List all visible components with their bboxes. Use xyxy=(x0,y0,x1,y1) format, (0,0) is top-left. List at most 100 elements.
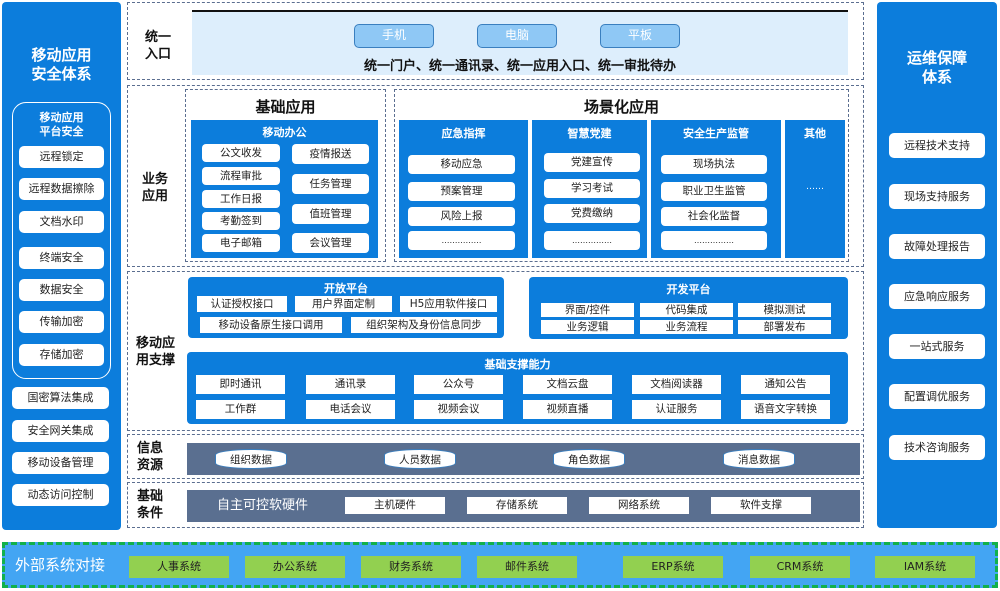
scenario-item[interactable]: 移动应急 xyxy=(408,155,515,174)
scenario-safety-box: 安全生产监管 现场执法 职业卫生监管 社会化监督 …………… xyxy=(651,120,781,258)
ops-item-consulting[interactable]: 技术咨询服务 xyxy=(889,435,985,460)
app-task[interactable]: 任务管理 xyxy=(292,174,369,194)
capability-item[interactable]: 视频会议 xyxy=(414,400,503,419)
business-apps-row: 业务 应用 基础应用 移动办公 公文收发 流程审批 工作日报 考勤签到 电子邮箱… xyxy=(127,85,864,267)
dev-item-ui[interactable]: 界面/控件 xyxy=(541,303,634,317)
external-item-finance[interactable]: 财务系统 xyxy=(361,556,461,578)
mobile-security-system-panel: 移动应用 安全体系 移动应用 平台安全 远程锁定 远程数据擦除 文档水印 终端安… xyxy=(2,2,121,530)
security-item-data[interactable]: 数据安全 xyxy=(19,279,104,301)
app-daily-report[interactable]: 工作日报 xyxy=(202,190,280,208)
security-item-mdm[interactable]: 移动设备管理 xyxy=(12,452,109,474)
security-item-gateway[interactable]: 安全网关集成 xyxy=(12,420,109,442)
mobile-security-title: 移动应用 安全体系 xyxy=(2,46,121,84)
dev-item-test[interactable]: 模拟测试 xyxy=(738,303,831,317)
basic-capabilities-title: 基础支撑能力 xyxy=(484,358,551,371)
unified-entry-row: 统一 入口 手机 电脑 平板 统一门户、统一通讯录、统一应用入口、统一审批待办 xyxy=(127,2,864,80)
capability-item[interactable]: 视频直播 xyxy=(523,400,612,419)
app-meeting[interactable]: 会议管理 xyxy=(292,233,369,253)
security-item-storage-encryption[interactable]: 存储加密 xyxy=(19,344,104,366)
data-store-message[interactable]: 消息数据 xyxy=(723,449,795,469)
app-epidemic-report[interactable]: 疫情报送 xyxy=(292,144,369,164)
device-tablet-button[interactable]: 平板 xyxy=(600,24,680,48)
capability-item[interactable]: 认证服务 xyxy=(632,400,721,419)
data-store-org[interactable]: 组织数据 xyxy=(215,449,287,469)
app-duty[interactable]: 值班管理 xyxy=(292,204,369,224)
ops-item-onsite-support[interactable]: 现场支持服务 xyxy=(889,184,985,209)
device-pc-button[interactable]: 电脑 xyxy=(477,24,557,48)
data-store-role[interactable]: 角色数据 xyxy=(553,449,625,469)
scenario-item[interactable]: 预案管理 xyxy=(408,182,515,201)
external-item-erp[interactable]: ERP系统 xyxy=(623,556,723,578)
scenario-item[interactable]: 风险上报 xyxy=(408,207,515,226)
ops-item-remote-support[interactable]: 远程技术支持 xyxy=(889,133,985,158)
security-item-remote-wipe[interactable]: 远程数据擦除 xyxy=(19,178,104,200)
scenario-item-more[interactable]: …………… xyxy=(544,231,640,250)
open-item-h5-api[interactable]: H5应用软件接口 xyxy=(400,296,497,312)
title-line-2: 安全体系 xyxy=(31,65,92,83)
device-phone-button[interactable]: 手机 xyxy=(354,24,434,48)
label-line-1: 基础 xyxy=(137,489,164,504)
scenario-emergency-box: 应急指挥 移动应急 预案管理 风险上报 …………… xyxy=(399,120,528,258)
infra-item-software[interactable]: 软件支撑 xyxy=(711,497,811,514)
scenario-item-more[interactable]: …………… xyxy=(408,231,515,250)
capability-item[interactable]: 文档阅读器 xyxy=(632,375,721,394)
external-item-office[interactable]: 办公系统 xyxy=(245,556,345,578)
info-resources-bar: 组织数据 人员数据 角色数据 消息数据 xyxy=(187,443,860,475)
ops-item-tuning[interactable]: 配置调优服务 xyxy=(889,384,985,409)
ops-support-title: 运维保障 体系 xyxy=(877,49,997,87)
scenario-safety-title: 安全生产监管 xyxy=(683,127,749,140)
open-item-native-api[interactable]: 移动设备原生接口调用 xyxy=(200,317,342,333)
dev-item-deploy[interactable]: 部署发布 xyxy=(738,320,831,334)
open-item-auth-api[interactable]: 认证授权接口 xyxy=(197,296,287,312)
scenario-item[interactable]: 学习考试 xyxy=(544,179,640,198)
app-attendance[interactable]: 考勤签到 xyxy=(202,212,280,230)
data-store-personnel[interactable]: 人员数据 xyxy=(384,449,456,469)
capability-item[interactable]: 文档云盘 xyxy=(523,375,612,394)
capability-item[interactable]: 工作群 xyxy=(196,400,285,419)
infra-item-network[interactable]: 网络系统 xyxy=(589,497,689,514)
capability-item[interactable]: 即时通讯 xyxy=(196,375,285,394)
capability-item[interactable]: 公众号 xyxy=(414,375,503,394)
infra-item-host[interactable]: 主机硬件 xyxy=(345,497,445,514)
label-line-2: 应用 xyxy=(142,189,169,204)
ops-item-emergency-response[interactable]: 应急响应服务 xyxy=(889,284,985,309)
scenario-item-more[interactable]: …………… xyxy=(661,231,767,250)
dev-item-code[interactable]: 代码集成 xyxy=(640,303,733,317)
capability-item[interactable]: 通知公告 xyxy=(741,375,830,394)
scenario-item[interactable]: 职业卫生监管 xyxy=(661,182,767,201)
label-line-1: 移动应 xyxy=(136,336,176,351)
external-item-mail[interactable]: 邮件系统 xyxy=(477,556,577,578)
external-item-crm[interactable]: CRM系统 xyxy=(750,556,850,578)
scenario-item[interactable]: 党费缴纳 xyxy=(544,204,640,223)
ops-item-one-stop[interactable]: 一站式服务 xyxy=(889,334,985,359)
unified-entry-description: 统一门户、统一通讯录、统一应用入口、统一审批待办 xyxy=(363,59,676,74)
external-item-iam[interactable]: IAM系统 xyxy=(875,556,975,578)
capability-item[interactable]: 语音文字转换 xyxy=(741,400,830,419)
capability-item[interactable]: 电话会议 xyxy=(306,400,395,419)
security-item-watermark[interactable]: 文档水印 xyxy=(19,211,104,233)
security-item-transport-encryption[interactable]: 传输加密 xyxy=(19,311,104,333)
app-approval[interactable]: 流程审批 xyxy=(202,167,280,185)
dev-item-flow[interactable]: 业务流程 xyxy=(640,320,733,334)
scenario-item[interactable]: 党建宣传 xyxy=(544,153,640,172)
open-item-org-sync[interactable]: 组织架构及身份信息同步 xyxy=(351,317,497,333)
app-email[interactable]: 电子邮箱 xyxy=(202,234,280,252)
title-line-2: 平台安全 xyxy=(39,125,84,138)
external-item-hr[interactable]: 人事系统 xyxy=(129,556,229,578)
dev-item-logic[interactable]: 业务逻辑 xyxy=(541,320,634,334)
capability-item[interactable]: 通讯录 xyxy=(306,375,395,394)
infra-item-storage[interactable]: 存储系统 xyxy=(467,497,567,514)
dev-platform-box: 开发平台 界面/控件 代码集成 模拟测试 业务逻辑 业务流程 部署发布 xyxy=(529,277,848,339)
security-item-crypto[interactable]: 国密算法集成 xyxy=(12,387,109,409)
security-item-remote-lock[interactable]: 远程锁定 xyxy=(19,146,104,168)
scenario-item[interactable]: 社会化监督 xyxy=(661,207,767,226)
scenario-item[interactable]: 现场执法 xyxy=(661,155,767,174)
app-document[interactable]: 公文收发 xyxy=(202,144,280,162)
platform-security-title: 移动应用 平台安全 xyxy=(13,111,110,139)
mobile-office-title: 移动办公 xyxy=(262,126,307,139)
open-item-ui-custom[interactable]: 用户界面定制 xyxy=(295,296,392,312)
ops-item-fault-report[interactable]: 故障处理报告 xyxy=(889,234,985,259)
security-item-terminal[interactable]: 终端安全 xyxy=(19,247,104,269)
info-resources-row: 信息 资源 组织数据 人员数据 角色数据 消息数据 xyxy=(127,434,864,479)
security-item-access-control[interactable]: 动态访问控制 xyxy=(12,484,109,506)
